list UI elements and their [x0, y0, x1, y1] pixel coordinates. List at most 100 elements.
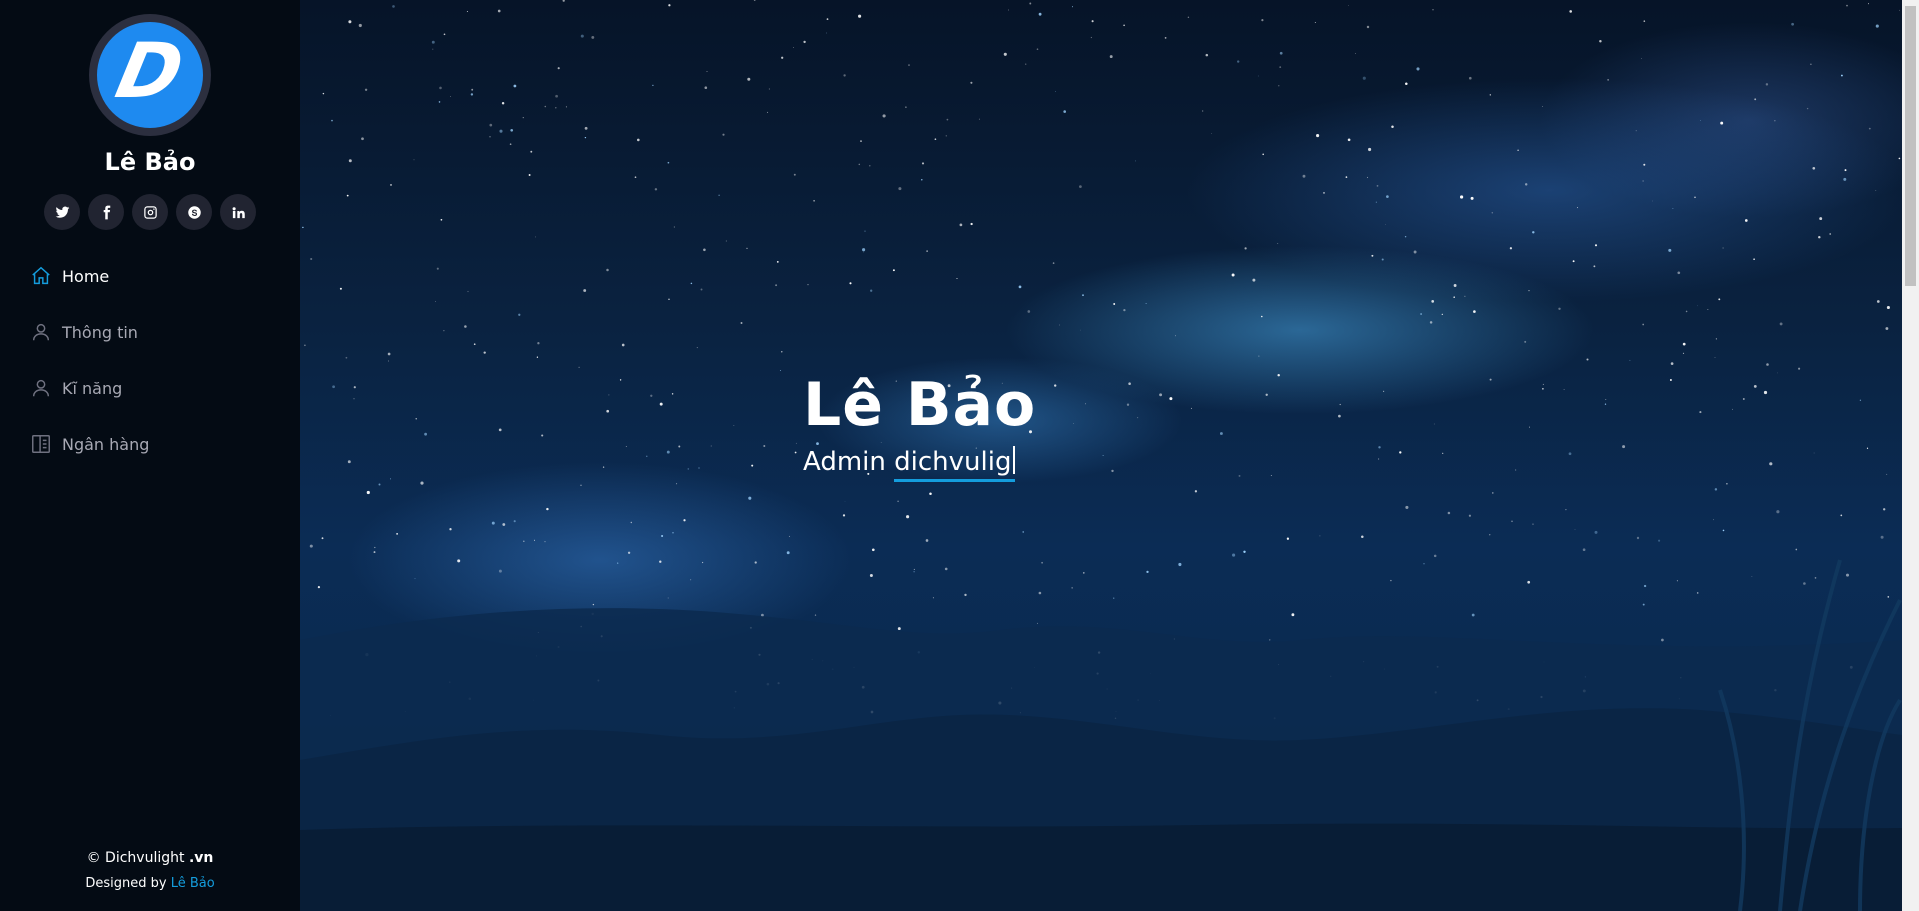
star — [1265, 393, 1268, 396]
star — [667, 597, 669, 599]
star — [1473, 310, 1476, 313]
star — [361, 137, 364, 141]
star — [1037, 622, 1039, 624]
linkedin-icon — [232, 206, 245, 218]
star — [1190, 407, 1192, 409]
star — [1202, 110, 1204, 112]
star — [1763, 390, 1768, 395]
hero-role: Admin — [803, 447, 886, 477]
star — [1886, 305, 1890, 310]
star — [1391, 125, 1394, 128]
star — [523, 540, 525, 543]
star — [608, 394, 610, 396]
star — [1128, 382, 1131, 385]
star — [1302, 174, 1306, 178]
star — [1668, 248, 1672, 252]
star — [703, 248, 706, 252]
star — [1577, 207, 1578, 209]
credits-text: Designed by — [85, 876, 167, 891]
nav-item-ki-nang[interactable]: Kĩ năng — [0, 360, 300, 416]
star — [1252, 278, 1256, 282]
star — [562, 0, 565, 2]
star — [718, 194, 720, 196]
nav-item-home[interactable]: Home — [0, 248, 300, 304]
star — [1468, 514, 1471, 517]
star — [1774, 120, 1776, 122]
star — [1355, 53, 1356, 54]
star — [1432, 9, 1434, 11]
star — [1682, 342, 1686, 346]
star — [1532, 523, 1534, 525]
star — [1754, 98, 1757, 101]
star — [1405, 82, 1408, 86]
twitter-link[interactable] — [44, 194, 80, 230]
logo-mark: D — [109, 26, 192, 116]
star — [667, 161, 670, 164]
star — [309, 544, 313, 548]
scrollbar[interactable] — [1902, 0, 1919, 911]
star — [842, 514, 846, 517]
profile-name[interactable]: Lê Bảo — [0, 148, 300, 176]
linkedin-link[interactable] — [220, 194, 256, 230]
star — [535, 236, 537, 238]
star — [584, 126, 588, 130]
star — [498, 428, 502, 432]
star — [1134, 160, 1136, 162]
star — [1079, 185, 1082, 188]
star — [432, 48, 434, 50]
star — [1594, 530, 1598, 534]
star — [813, 199, 815, 202]
star — [1261, 315, 1263, 318]
star — [1041, 561, 1043, 564]
star — [353, 386, 356, 389]
star — [555, 94, 558, 98]
star — [1572, 260, 1575, 263]
star — [668, 4, 671, 7]
star — [882, 114, 886, 118]
star — [1643, 163, 1646, 166]
star — [1795, 548, 1798, 551]
star — [497, 9, 501, 13]
instagram-link[interactable] — [132, 194, 168, 230]
star — [945, 135, 947, 137]
star — [659, 560, 662, 563]
star — [1146, 570, 1149, 574]
facebook-link[interactable] — [88, 194, 124, 230]
star — [339, 287, 342, 290]
nav-item-label: Kĩ năng — [62, 378, 123, 398]
star — [450, 95, 451, 97]
star — [541, 434, 544, 437]
nav-item-ngan-hang[interactable]: Ngân hàng — [0, 416, 300, 472]
star — [1113, 303, 1116, 305]
star — [892, 269, 895, 272]
star — [439, 86, 442, 90]
skype-link[interactable] — [176, 194, 212, 230]
star — [1529, 426, 1530, 428]
credits-link[interactable]: Lê Bảo — [171, 876, 215, 891]
star — [1055, 91, 1056, 92]
star — [1594, 244, 1598, 247]
copyright: © Dichvulight .vn — [0, 850, 300, 866]
star — [1219, 432, 1223, 435]
star — [1866, 447, 1869, 449]
star — [746, 247, 748, 249]
star — [1453, 284, 1457, 287]
star — [1642, 603, 1645, 606]
star — [1286, 537, 1290, 540]
star — [673, 226, 675, 228]
star — [1257, 75, 1259, 77]
star — [1071, 6, 1074, 8]
star — [754, 561, 757, 564]
scrollbar-thumb[interactable] — [1905, 6, 1916, 286]
star — [501, 101, 505, 105]
star — [1003, 52, 1007, 56]
star — [528, 174, 531, 176]
star — [1677, 271, 1681, 275]
star — [793, 47, 794, 48]
star — [1607, 79, 1609, 81]
credits: Designed by Lê Bảo — [0, 876, 300, 891]
nav-item-thong-tin[interactable]: Thông tin — [0, 304, 300, 360]
star — [870, 289, 873, 292]
star — [844, 501, 846, 502]
avatar[interactable]: D — [89, 14, 211, 136]
